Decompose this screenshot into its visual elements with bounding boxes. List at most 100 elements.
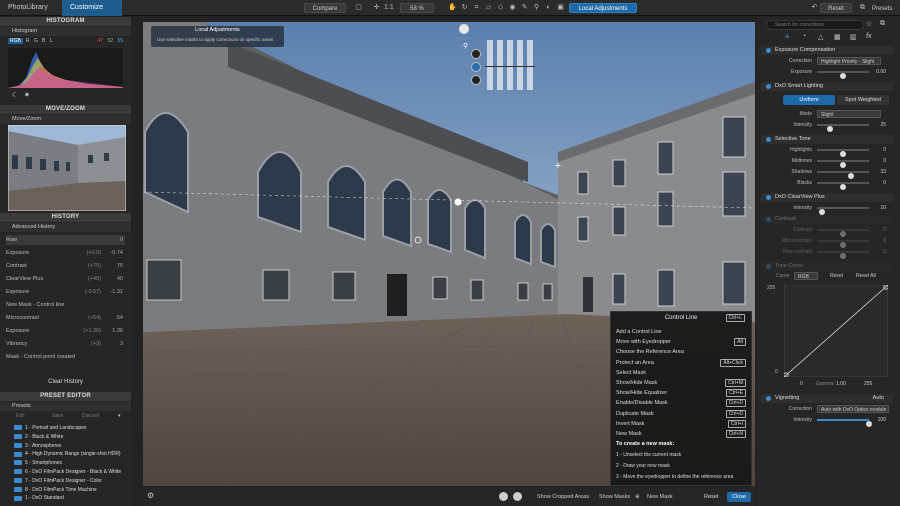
curve-channel-select[interactable]: RGB	[794, 272, 818, 280]
preset-edit-button[interactable]: Edit	[16, 413, 25, 419]
clear-history-button[interactable]: Clear History	[0, 377, 131, 388]
palette-icon[interactable]: ⧉	[880, 20, 885, 28]
local-adjustment-wheel-icon[interactable]	[459, 24, 469, 34]
presets-button[interactable]: Presets	[866, 3, 896, 13]
contrast-header[interactable]: Contrast	[761, 215, 894, 224]
perspective-icon[interactable]: ◇	[496, 3, 505, 13]
shadow-clipping-icon[interactable]: ☾	[12, 91, 18, 99]
eq-slider-5[interactable]	[527, 40, 533, 90]
exposure-correction-select[interactable]: Highlight Priority - Slight	[817, 57, 881, 65]
favorite-star-icon[interactable]: ☆	[866, 20, 872, 28]
preset-item[interactable]: 5 - Smartphones	[14, 459, 125, 467]
smart-lighting-intensity-slider[interactable]	[817, 124, 869, 126]
close-button[interactable]: Close	[727, 492, 751, 502]
exposure-enable-icon[interactable]	[766, 48, 771, 53]
preset-editor-header[interactable]: PRESET EDITOR	[0, 392, 131, 401]
hand-icon[interactable]: ✋	[448, 3, 457, 13]
repair-icon[interactable]: ✎	[520, 3, 529, 13]
selective-tone-enable-icon[interactable]	[766, 137, 771, 142]
channel-b[interactable]: B	[42, 38, 45, 44]
vignetting-intensity-knob[interactable]	[866, 421, 872, 427]
vignetting-mode[interactable]: Auto	[873, 394, 884, 403]
context-menu-item[interactable]: Select Mask	[616, 368, 746, 378]
reset-button[interactable]: Reset	[820, 3, 852, 13]
movezoom-header[interactable]: MOVE/ZOOM	[0, 105, 131, 114]
preset-save-button[interactable]: Save	[52, 413, 63, 419]
history-item[interactable]: Microcontrast(+54)54	[6, 313, 125, 323]
selective-tone-slider[interactable]	[817, 171, 869, 173]
move-icon[interactable]: ✛	[372, 3, 381, 13]
movezoom-subheader[interactable]: Move/Zoom	[0, 115, 131, 124]
preset-item[interactable]: 7 - DxO FilmPack Designer - Color	[14, 477, 125, 485]
preset-item[interactable]: 6 - DxO FilmPack Designer - Black & Whit…	[14, 468, 125, 476]
rotate-icon[interactable]: ↻	[460, 3, 469, 13]
history-item[interactable]: Mask - Control point created	[6, 352, 125, 362]
exposure-slider-knob[interactable]	[840, 73, 846, 79]
selective-tone-header[interactable]: Selective Tone	[761, 135, 894, 144]
clearview-header[interactable]: DxO ClearView Plus	[761, 193, 894, 202]
mask-select-icon[interactable]	[471, 62, 481, 72]
eq-slider-3[interactable]	[507, 40, 513, 90]
tab-photolibrary[interactable]: PhotoLibrary	[0, 0, 62, 16]
compare-button[interactable]: Compare	[304, 3, 346, 13]
context-menu-item[interactable]: Show/Hide MaskCtrl+M	[616, 378, 746, 388]
preset-item[interactable]: 2 - Black & White	[14, 433, 125, 441]
zoom-level-select[interactable]: 58 %	[400, 3, 434, 13]
smart-lighting-enable-icon[interactable]	[766, 84, 771, 89]
preset-item[interactable]: 3 - Atmospheres	[14, 442, 125, 450]
context-menu-item[interactable]: Add a Control Line	[616, 327, 746, 337]
settings-icon[interactable]: ⚙	[147, 491, 154, 500]
history-item[interactable]: Exposure(-0.57)-1.31	[6, 287, 125, 297]
channel-l[interactable]: L	[50, 38, 53, 44]
exposure-header[interactable]: Exposure Compensation	[761, 46, 894, 55]
tab-fx-icon[interactable]: fx	[866, 33, 871, 40]
tab-customize[interactable]: Customize	[62, 0, 122, 16]
tab-geometry-icon[interactable]: ▦	[834, 33, 841, 41]
highlight-clipping-icon[interactable]: ✷	[24, 91, 30, 99]
eq-slider-2[interactable]	[497, 40, 503, 90]
channel-r[interactable]: R	[26, 38, 30, 44]
crop-icon[interactable]: ⌗	[472, 3, 481, 13]
contrast-enable-icon[interactable]	[766, 217, 771, 222]
context-menu-item[interactable]: Move with EyedropperAlt	[616, 337, 746, 347]
tab-local-icon[interactable]: ▥	[850, 33, 857, 41]
show-cropped-areas-toggle[interactable]: Show Cropped Areas	[537, 492, 589, 502]
clearview-enable-icon[interactable]	[766, 195, 771, 200]
tab-light-icon[interactable]: ☀	[784, 33, 790, 41]
contrast-slider[interactable]	[817, 251, 869, 253]
tone-curve-enable-icon[interactable]	[766, 264, 771, 269]
channel-rgb[interactable]: RGB	[8, 38, 23, 44]
mask-view-icon[interactable]	[499, 492, 508, 501]
context-menu-item[interactable]: Choose the Reference Area	[616, 347, 746, 357]
viewer-reset-button[interactable]: Reset	[699, 492, 723, 502]
mask-toggle-icon[interactable]	[471, 49, 481, 59]
tab-detail-icon[interactable]: △	[818, 33, 823, 41]
preset-item[interactable]: 1 - Portrait and Landscapes	[14, 424, 125, 432]
new-mask-button[interactable]: New Mask	[647, 492, 673, 502]
history-item[interactable]: Vibrancy(+3)3	[6, 339, 125, 349]
context-menu-item[interactable]: Enable/Disable MaskCtrl+D	[616, 398, 746, 408]
spot-weighted-button[interactable]: Spot Weighted	[837, 95, 889, 105]
tab-color-icon[interactable]: ◔	[802, 33, 806, 40]
history-subheader[interactable]: Advanced History	[0, 223, 131, 232]
curve-reset-all-button[interactable]: Reset All	[856, 273, 876, 279]
smart-lighting-header[interactable]: DxO Smart Lighting	[761, 82, 894, 91]
eq-slider-1[interactable]	[487, 40, 493, 90]
contrast-knob[interactable]	[840, 253, 846, 259]
context-menu-item[interactable]: Duplicate MaskCtrl+D	[616, 409, 746, 419]
preset-discard-button[interactable]: Discard	[82, 413, 99, 419]
local-adjustments-button[interactable]: Local Adjustments	[569, 3, 637, 13]
curve-x-left[interactable]: 0	[800, 381, 803, 387]
red-eye-icon[interactable]: ◉	[508, 3, 517, 13]
contrast-slider[interactable]	[817, 240, 869, 242]
selective-tone-knob[interactable]	[840, 184, 846, 190]
histogram-subheader[interactable]: Histogram	[0, 27, 131, 36]
control-line-handle-icon[interactable]: ✛	[555, 162, 561, 170]
context-menu-item[interactable]: New MaskCtrl+N	[616, 429, 746, 439]
vignetting-correction-select[interactable]: Auto with DxO Optics module	[817, 405, 889, 413]
uniform-button[interactable]: Uniform	[783, 95, 835, 105]
undo-icon[interactable]: ↶	[810, 3, 819, 13]
preset-item[interactable]: 8 - DxO FilmPack Time Machine	[14, 486, 125, 494]
eyedropper-tool-icon[interactable]: ⚲	[463, 42, 468, 50]
history-header[interactable]: HISTORY	[0, 213, 131, 222]
